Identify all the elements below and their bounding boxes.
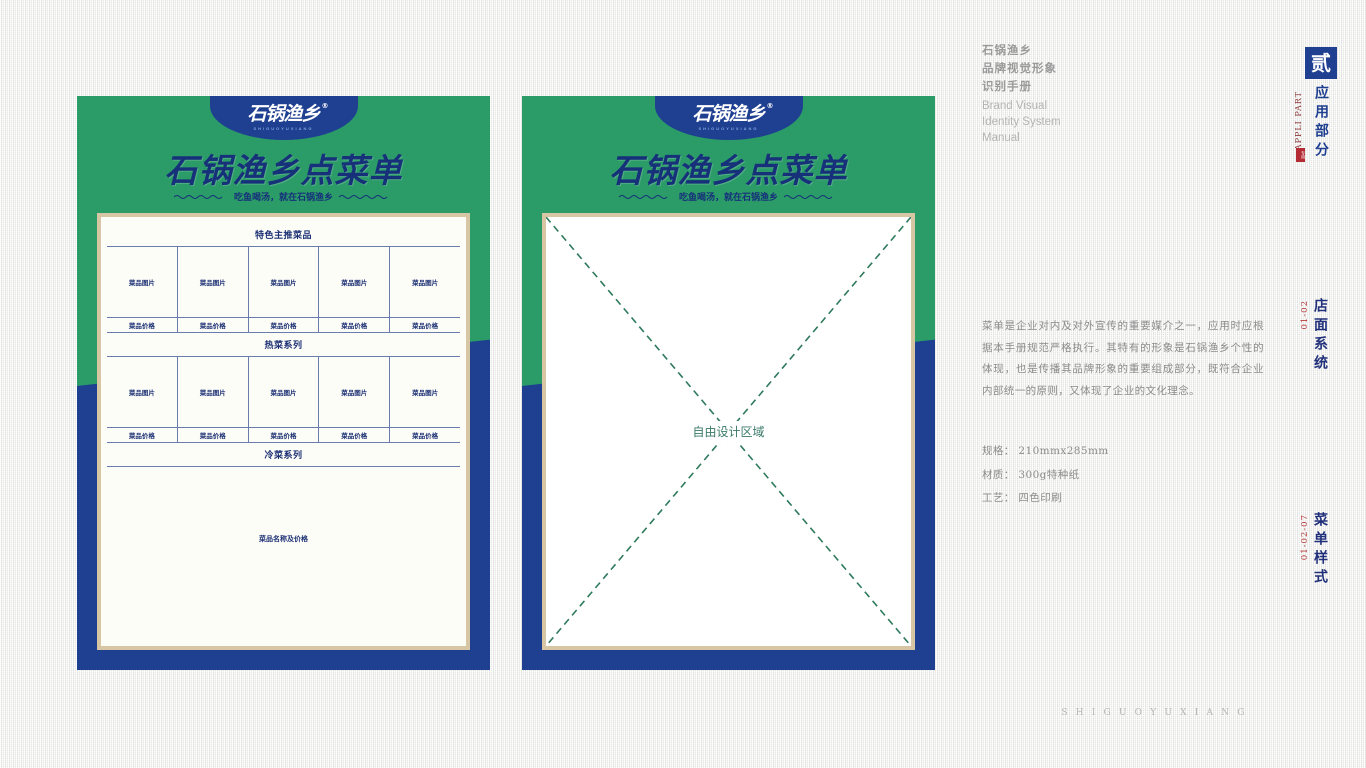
section-header-cold: 冷菜系列 bbox=[107, 443, 460, 467]
spec-size: 规格： 210mmx285mm bbox=[982, 445, 1109, 457]
cold-dish-area[interactable]: 菜品名称及价格 bbox=[107, 467, 460, 646]
dish-cell[interactable]: 菜品图片 菜品价格 bbox=[107, 357, 178, 442]
dish-cell[interactable]: 菜品图片 菜品价格 bbox=[177, 247, 249, 332]
menu-tagline-left: 吃鱼喝汤，就在石锅渔乡 bbox=[77, 190, 490, 203]
menu-card-left: 石锅渔乡 ® SHIGUOYUXIANG 石锅渔乡点菜单 吃鱼喝汤，就在石锅渔乡… bbox=[77, 96, 490, 670]
dish-image-placeholder: 菜品图片 bbox=[341, 279, 368, 287]
section-header-featured: 特色主推菜品 bbox=[107, 223, 460, 247]
section-marker-store-system: 店面系统 01-02 bbox=[1300, 298, 1328, 374]
menu-title-left: 石锅渔乡点菜单 bbox=[164, 151, 403, 190]
chapter-name-english: APPLI PART bbox=[1294, 91, 1303, 151]
dish-image-placeholder: 菜品图片 bbox=[199, 279, 226, 287]
dish-price-placeholder: 菜品价格 bbox=[248, 317, 319, 332]
specification-list: 规格： 210mmx285mm 材质： 300g特种纸 工艺： 四色印刷 bbox=[982, 440, 1264, 511]
dish-cell[interactable]: 菜品图片 菜品价格 bbox=[107, 247, 178, 332]
manual-title-cn-line3: 识别手册 bbox=[982, 78, 1032, 93]
logo-pinyin-label: SHIGUOYUXIANG bbox=[253, 126, 314, 131]
chapter-marker: 贰 应用部分 APPLI PART 专用 bbox=[1294, 47, 1346, 162]
dish-price-placeholder: 菜品价格 bbox=[390, 427, 460, 442]
menu-paper-left: 特色主推菜品 菜品图片 菜品价格 菜品图片 菜品价格 菜品图片 菜品价格 菜品图… bbox=[97, 213, 470, 650]
section-marker-menu-style: 菜单样式 01-02-07 bbox=[1300, 512, 1328, 588]
registered-trademark-icon: ® bbox=[321, 102, 329, 110]
manual-title-en-line3: Manual bbox=[982, 132, 1020, 145]
dish-cell[interactable]: 菜品图片 菜品价格 bbox=[319, 357, 391, 442]
dish-image-placeholder: 菜品图片 bbox=[128, 389, 155, 397]
dish-cell[interactable]: 菜品图片 菜品价格 bbox=[248, 357, 320, 442]
dish-row-featured: 菜品图片 菜品价格 菜品图片 菜品价格 菜品图片 菜品价格 菜品图片 菜品价格 … bbox=[107, 247, 460, 333]
spec-material: 材质： 300g特种纸 bbox=[982, 468, 1080, 481]
cold-dish-label: 菜品名称及价格 bbox=[259, 534, 308, 543]
tagline-text-right: 吃鱼喝汤，就在石锅渔乡 bbox=[678, 193, 778, 203]
logo-chinese-text: 石锅渔乡 ® bbox=[247, 103, 328, 125]
wave-divider-right-icon bbox=[339, 194, 393, 200]
dish-price-placeholder: 菜品价格 bbox=[319, 427, 390, 442]
free-design-area[interactable]: 自由设计区域 bbox=[546, 217, 911, 646]
dish-row-hot: 菜品图片 菜品价格 菜品图片 菜品价格 菜品图片 菜品价格 菜品图片 菜品价格 … bbox=[107, 357, 460, 443]
dish-price-placeholder: 菜品价格 bbox=[390, 317, 460, 332]
menu-card-right: 石锅渔乡 ® SHIGUOYUXIANG 石锅渔乡点菜单 吃鱼喝汤，就在石锅渔乡… bbox=[522, 96, 935, 670]
dish-image-placeholder: 菜品图片 bbox=[270, 389, 297, 397]
dish-price-placeholder: 菜品价格 bbox=[177, 317, 248, 332]
dish-cell[interactable]: 菜品图片 菜品价格 bbox=[177, 357, 249, 442]
dish-image-placeholder: 菜品图片 bbox=[341, 389, 368, 397]
dish-image-placeholder: 菜品图片 bbox=[412, 389, 439, 397]
dish-image-placeholder: 菜品图片 bbox=[412, 279, 439, 287]
dish-cell[interactable]: 菜品图片 菜品价格 bbox=[248, 247, 320, 332]
red-seal-stamp: 专用 bbox=[1296, 148, 1306, 162]
dish-image-placeholder: 菜品图片 bbox=[199, 389, 226, 397]
chapter-name-chinese: 应用部分 bbox=[1313, 85, 1329, 161]
manual-title-chinese: 石锅渔乡 品牌视觉形象 识别手册 bbox=[982, 42, 1192, 95]
dish-price-placeholder: 菜品价格 bbox=[319, 317, 390, 332]
section-marker-code: 01-02-07 bbox=[1300, 514, 1310, 561]
chapter-name-group: 应用部分 APPLI PART 专用 bbox=[1294, 85, 1346, 162]
manual-title-cn-line1: 石锅渔乡 bbox=[982, 43, 1032, 57]
footer-brand-pinyin: SHIGUOYUXIANG bbox=[1061, 708, 1253, 718]
menu-tagline-right: 吃鱼喝汤，就在石锅渔乡 bbox=[522, 190, 935, 203]
menu-table: 特色主推菜品 菜品图片 菜品价格 菜品图片 菜品价格 菜品图片 菜品价格 菜品图… bbox=[101, 217, 466, 646]
description-body: 菜单是企业对内及对外宣传的重要媒介之一，应用时应根据本手册规范严格执行。其特有的… bbox=[982, 320, 1264, 397]
wave-divider-left-icon bbox=[618, 194, 673, 200]
dish-image-placeholder: 菜品图片 bbox=[128, 279, 155, 287]
dish-price-placeholder: 菜品价格 bbox=[107, 427, 177, 442]
dish-price-placeholder: 菜品价格 bbox=[107, 317, 177, 332]
wave-divider-right-icon bbox=[784, 194, 838, 200]
tagline-text-left: 吃鱼喝汤，就在石锅渔乡 bbox=[233, 193, 333, 203]
manual-header: 石锅渔乡 品牌视觉形象 识别手册 Brand Visual Identity S… bbox=[982, 42, 1192, 147]
chapter-number-badge: 贰 bbox=[1305, 47, 1337, 79]
menu-title-right: 石锅渔乡点菜单 bbox=[609, 151, 848, 190]
section-marker-title: 店面系统 bbox=[1312, 298, 1328, 374]
logo-pinyin-label: SHIGUOYUXIANG bbox=[698, 126, 759, 131]
dish-cell[interactable]: 菜品图片 菜品价格 bbox=[390, 357, 460, 442]
manual-title-en-line2: Identity System bbox=[982, 116, 1061, 129]
logo-cn-label: 石锅渔乡 bbox=[247, 103, 320, 125]
wave-divider-left-icon bbox=[173, 194, 228, 200]
section-header-hot: 热菜系列 bbox=[107, 333, 460, 357]
logo-chinese-text: 石锅渔乡 ® bbox=[692, 103, 773, 125]
section-marker-code: 01-02 bbox=[1300, 300, 1310, 330]
dish-price-placeholder: 菜品价格 bbox=[248, 427, 319, 442]
menu-paper-right: 自由设计区域 bbox=[542, 213, 915, 650]
section-marker-title: 菜单样式 bbox=[1312, 512, 1328, 588]
free-design-label: 自由设计区域 bbox=[686, 421, 771, 442]
manual-title-cn-line2: 品牌视觉形象 bbox=[982, 60, 1057, 75]
dish-cell[interactable]: 菜品图片 菜品价格 bbox=[319, 247, 391, 332]
dish-cell[interactable]: 菜品图片 菜品价格 bbox=[390, 247, 460, 332]
logo-cn-label: 石锅渔乡 bbox=[692, 103, 765, 125]
manual-title-en-line1: Brand Visual bbox=[982, 100, 1047, 113]
manual-title-english: Brand Visual Identity System Manual bbox=[982, 99, 1192, 147]
dish-price-placeholder: 菜品价格 bbox=[177, 427, 248, 442]
spec-process: 工艺： 四色印刷 bbox=[982, 492, 1063, 505]
dish-image-placeholder: 菜品图片 bbox=[270, 279, 297, 287]
registered-trademark-icon: ® bbox=[766, 102, 774, 110]
